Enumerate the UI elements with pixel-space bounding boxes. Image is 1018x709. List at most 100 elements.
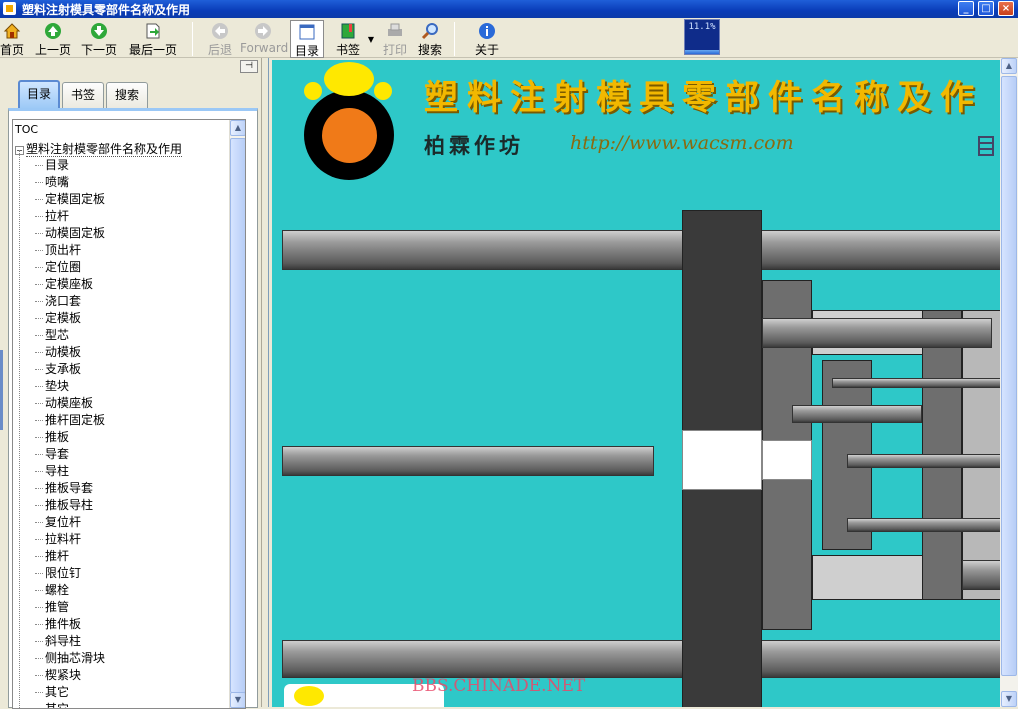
toc-item[interactable]: 推杆	[13, 548, 243, 565]
toc-item[interactable]: 推板	[13, 429, 243, 446]
toc-toggle-button[interactable]: 目录	[290, 20, 324, 58]
toc-item[interactable]: 喷嘴	[13, 174, 243, 191]
forward-label: Forward	[240, 41, 289, 55]
toc-item[interactable]: 限位钉	[13, 565, 243, 582]
last-page-icon	[146, 23, 160, 39]
last-page-button[interactable]: 最后一页	[126, 20, 180, 58]
toc-toggle-label: 目录	[294, 44, 319, 58]
scroll-down-arrow-icon[interactable]: ▼	[230, 692, 245, 708]
forward-button[interactable]: Forward	[240, 20, 289, 58]
document-title: 塑料注射模具零部件名称及作	[424, 78, 983, 118]
toc-item[interactable]: 推件板	[13, 616, 243, 633]
toc-item[interactable]: 拉料杆	[13, 531, 243, 548]
toc-item[interactable]: 定位圈	[13, 259, 243, 276]
last-page-label: 最后一页	[128, 43, 177, 57]
pin-icon[interactable]: ⊣	[240, 60, 258, 73]
prev-page-button[interactable]: 上一页	[32, 20, 74, 58]
back-label: 后退	[207, 43, 232, 57]
pane-header: ⊣	[0, 60, 260, 74]
toc-item[interactable]: 楔紧块	[13, 667, 243, 684]
toc-item[interactable]: 斜导柱	[13, 633, 243, 650]
toc-list: 目录 喷嘴 定模固定板 拉杆 动模固定板 顶出杆 定位圈 定模座板 浇口套 定模板 型芯 动模板 支承板…	[13, 157, 243, 708]
toc-item[interactable]: 动模座板	[13, 395, 243, 412]
info-icon	[479, 23, 495, 39]
toc-scroll-thumb[interactable]	[230, 138, 245, 693]
toc-root-node[interactable]: − 塑料注射模零部件名称及作用	[15, 140, 183, 157]
about-button[interactable]: 关于	[470, 20, 504, 58]
document-menu-icon[interactable]	[978, 136, 994, 156]
toc-item[interactable]: 复位杆	[13, 514, 243, 531]
next-page-label: 下一页	[80, 43, 117, 57]
return-pin	[792, 405, 922, 423]
ejector-pin-3	[847, 518, 1000, 532]
home-label: 首页	[0, 43, 25, 57]
toc-scrollbar[interactable]: ▲ ▼	[229, 120, 245, 708]
toc-item[interactable]: 动模固定板	[13, 225, 243, 242]
toc-item[interactable]: 侧抽芯滑块	[13, 650, 243, 667]
toc-item[interactable]: 推管	[13, 599, 243, 616]
printer-icon	[388, 23, 402, 36]
print-label: 打印	[382, 43, 407, 57]
tab-bookmarks[interactable]: 书签	[62, 82, 104, 108]
progress-fill	[685, 50, 719, 54]
close-button[interactable]: ×	[998, 1, 1014, 16]
home-button[interactable]: 首页	[0, 20, 24, 58]
toc-item[interactable]: 顶出杆	[13, 242, 243, 259]
tab-toc[interactable]: 目录	[18, 80, 60, 109]
toc-item[interactable]: 目录	[13, 157, 243, 174]
toc-item[interactable]: 浇口套	[13, 293, 243, 310]
toc-tree: TOC − 塑料注射模零部件名称及作用 目录 喷嘴 定模固定板 拉杆 动模固定板 顶出杆 定位…	[12, 119, 246, 709]
app-icon	[3, 2, 16, 15]
toc-item[interactable]: 其它	[13, 701, 243, 708]
toc-item[interactable]: 定模板	[13, 310, 243, 327]
tie-bar-bottom	[282, 640, 1000, 678]
toc-item[interactable]: 型芯	[13, 327, 243, 344]
toc-item[interactable]: 螺栓	[13, 582, 243, 599]
search-magnifier-icon	[421, 23, 438, 40]
arrow-up-icon	[45, 23, 61, 39]
toc-item[interactable]: 定模座板	[13, 276, 243, 293]
bookmark-dropdown-arrow[interactable]: ▼	[366, 20, 376, 58]
document-url[interactable]: http://www.wacsm.com	[570, 132, 794, 154]
toc-item[interactable]: 推板导套	[13, 480, 243, 497]
doc-scroll-down-icon[interactable]: ▼	[1001, 691, 1017, 707]
next-page-button[interactable]: 下一页	[78, 20, 120, 58]
about-label: 关于	[474, 43, 499, 57]
document-viewer: 塑料注射模具零部件名称及作 柏霖作坊 http://www.wacsm.com …	[268, 58, 1018, 707]
prev-page-label: 上一页	[34, 43, 71, 57]
forward-arrow-icon	[255, 23, 271, 39]
back-arrow-icon	[212, 23, 228, 39]
doc-scroll-up-icon[interactable]: ▲	[1001, 58, 1017, 74]
toc-item[interactable]: 垫块	[13, 378, 243, 395]
toc-item[interactable]: 推板导柱	[13, 497, 243, 514]
progress-indicator: 11.1%	[684, 19, 720, 55]
splitter-handle[interactable]	[0, 350, 3, 430]
progress-text: 11.1%	[688, 22, 716, 32]
search-button[interactable]: 搜索	[414, 20, 446, 58]
toc-panel: TOC − 塑料注射模零部件名称及作用 目录 喷嘴 定模固定板 拉杆 动模固定板 顶出杆 定位…	[8, 108, 258, 709]
toc-item[interactable]: 推杆固定板	[13, 412, 243, 429]
tab-search[interactable]: 搜索	[106, 82, 148, 108]
toc-item[interactable]: 支承板	[13, 361, 243, 378]
print-button[interactable]: 打印	[380, 20, 410, 58]
toc-item[interactable]: 动模板	[13, 344, 243, 361]
doc-scroll-thumb[interactable]	[1001, 76, 1017, 676]
document-scrollbar[interactable]: ▲ ▼	[1000, 58, 1018, 707]
window-title: 塑料注射模具零部件名称及作用	[22, 3, 191, 17]
scroll-up-arrow-icon[interactable]: ▲	[230, 120, 245, 136]
arrow-down-icon	[91, 23, 107, 39]
home-icon	[3, 23, 21, 39]
toc-item[interactable]: 导柱	[13, 463, 243, 480]
minimize-button[interactable]: _	[958, 1, 974, 16]
toc-item[interactable]: 其它	[13, 684, 243, 701]
toc-item[interactable]: 导套	[13, 446, 243, 463]
toc-item[interactable]: 拉杆	[13, 208, 243, 225]
bookmark-button[interactable]: 书签	[330, 20, 366, 58]
guide-bolt	[762, 318, 992, 348]
maximize-button[interactable]: □	[978, 1, 994, 16]
back-button[interactable]: 后退	[204, 20, 236, 58]
platen-opening	[682, 430, 762, 490]
toc-item[interactable]: 定模固定板	[13, 191, 243, 208]
stop-pin	[962, 560, 1000, 590]
document-page: 塑料注射模具零部件名称及作 柏霖作坊 http://www.wacsm.com	[272, 60, 1000, 707]
